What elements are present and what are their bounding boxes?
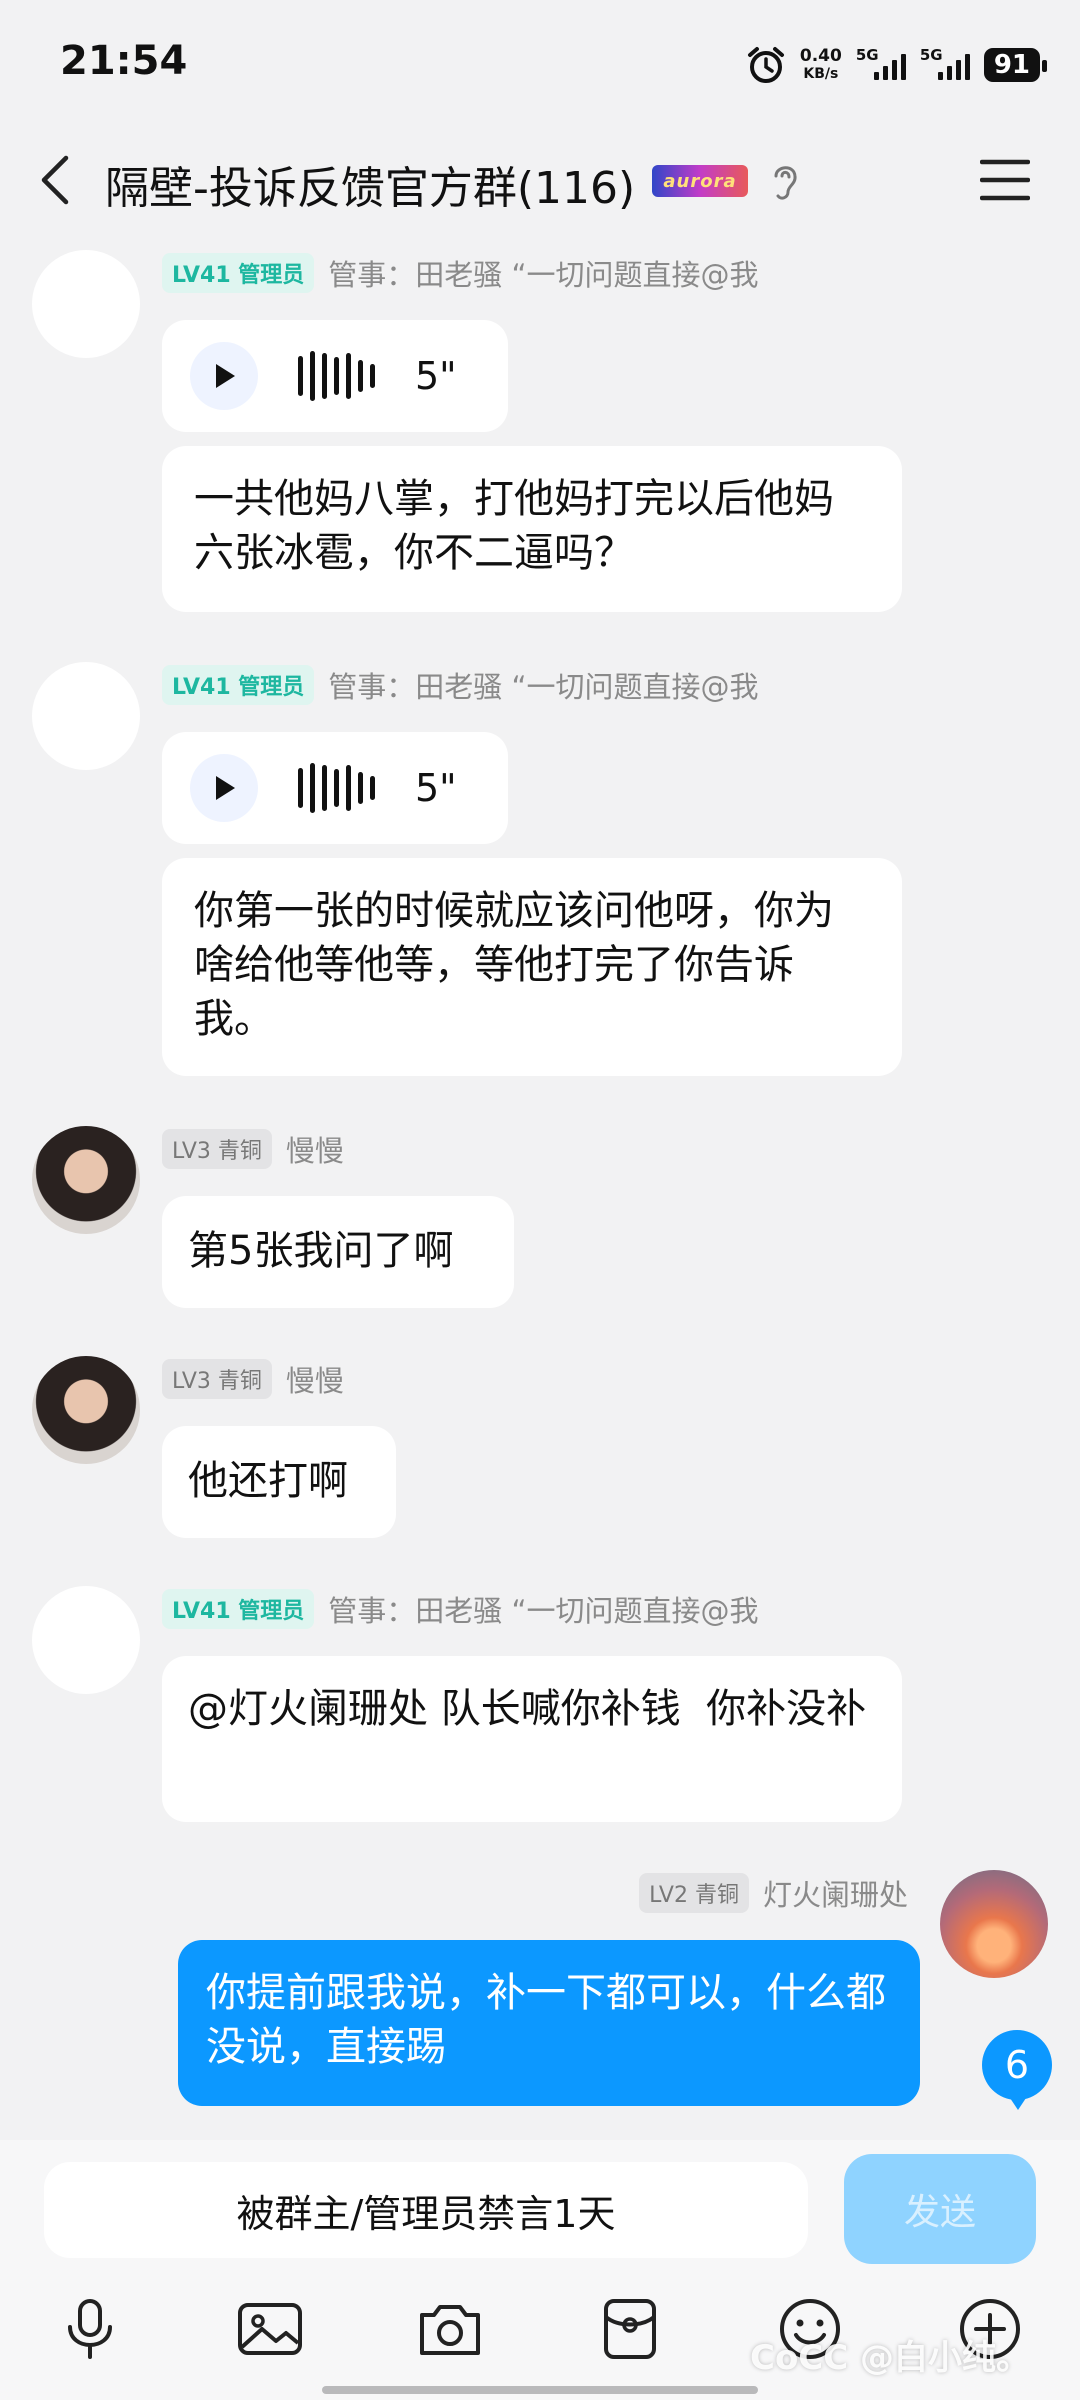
sender-name: 慢慢 — [285, 1134, 344, 1168]
page-title[interactable]: 隔壁-投诉反馈官方群(116) — [105, 152, 635, 216]
net-speed: 0.40 KB/s — [799, 46, 842, 82]
message-meta: LV41 管理员 管事：田老骚 “一切问题直接@我 — [162, 1588, 759, 1630]
status-time: 21:54 — [60, 38, 188, 84]
avatar[interactable] — [32, 1356, 140, 1464]
image-icon[interactable] — [236, 2295, 304, 2363]
message-bubble[interactable]: @灯火阑珊处 队长喊你补钱 你补没补 — [162, 1656, 902, 1822]
sender-name: 慢慢 — [285, 1364, 344, 1398]
message-bubble[interactable]: 第5张我问了啊 — [162, 1196, 514, 1308]
level-badge: LV2 青铜 — [639, 1873, 749, 1913]
muted-input[interactable]: 被群主/管理员禁言1天 — [44, 2162, 808, 2258]
mic-icon[interactable] — [56, 2295, 124, 2363]
play-icon[interactable] — [190, 342, 258, 410]
level-badge: LV41 管理员 — [162, 1589, 315, 1629]
battery-icon: 91 — [983, 48, 1048, 82]
back-icon[interactable] — [36, 150, 76, 210]
message-meta: LV41 管理员 管事：田老骚 “一切问题直接@我 — [162, 664, 759, 706]
alarm-icon — [747, 47, 784, 83]
message-bubble-self[interactable]: 你提前跟我说，补一下都可以，什么都没说，直接踢 — [178, 1940, 920, 2106]
status-icons: 0.40 KB/s 5G 5G 91 — [746, 40, 1048, 90]
message-meta: LV41 管理员 管事：田老骚 “一切问题直接@我 — [162, 252, 759, 294]
red-packet-icon[interactable] — [596, 2295, 664, 2363]
message-bubble[interactable]: 一共他妈八掌，打他妈打完以后他妈六张冰雹，你不二逼吗？ — [162, 446, 902, 612]
unread-count-badge[interactable]: 6 — [982, 2030, 1052, 2110]
voice-message[interactable]: 5" — [162, 732, 508, 844]
self-avatar[interactable] — [940, 1870, 1048, 1978]
avatar[interactable] — [32, 1126, 140, 1234]
voice-duration: 5" — [415, 354, 457, 398]
group-badge: aurora — [652, 165, 748, 197]
avatar[interactable] — [32, 662, 140, 770]
level-badge: LV41 管理员 — [162, 253, 315, 293]
send-button[interactable]: 发送 — [844, 2154, 1036, 2264]
menu-icon[interactable] — [980, 158, 1030, 202]
message-bubble[interactable]: 你第一张的时候就应该问他呀，你为啥给他等他等，等他打完了你告诉我。 — [162, 858, 902, 1076]
sender-name: 管事：田老骚 “一切问题直接@我 — [328, 670, 759, 704]
sender-name: 管事：田老骚 “一切问题直接@我 — [328, 1594, 759, 1628]
sender-name: 灯火阑珊处 — [762, 1878, 908, 1912]
signal-icon: 5G — [856, 46, 906, 80]
voice-duration: 5" — [415, 766, 457, 810]
waveform-icon — [298, 346, 375, 406]
sender-name: 管事：田老骚 “一切问题直接@我 — [328, 258, 759, 292]
level-badge: LV3 青铜 — [162, 1129, 272, 1169]
voice-message[interactable]: 5" — [162, 320, 508, 432]
waveform-icon — [298, 758, 375, 818]
message-bubble[interactable]: 他还打啊 — [162, 1426, 396, 1538]
message-meta: LV3 青铜 慢慢 — [162, 1128, 344, 1170]
signal-icon-2: 5G — [920, 46, 970, 80]
message-meta: LV3 青铜 慢慢 — [162, 1358, 344, 1400]
home-indicator[interactable] — [322, 2386, 758, 2394]
avatar[interactable] — [32, 250, 140, 358]
camera-icon[interactable] — [416, 2295, 484, 2363]
level-badge: LV3 青铜 — [162, 1359, 272, 1399]
avatar[interactable] — [32, 1586, 140, 1694]
level-badge: LV41 管理员 — [162, 665, 315, 705]
play-icon[interactable] — [190, 754, 258, 822]
ear-icon[interactable] — [768, 158, 802, 204]
message-meta: LV2 青铜 灯火阑珊处 — [639, 1872, 908, 1914]
watermark: CoCC @白小纯。 — [750, 2338, 1031, 2378]
